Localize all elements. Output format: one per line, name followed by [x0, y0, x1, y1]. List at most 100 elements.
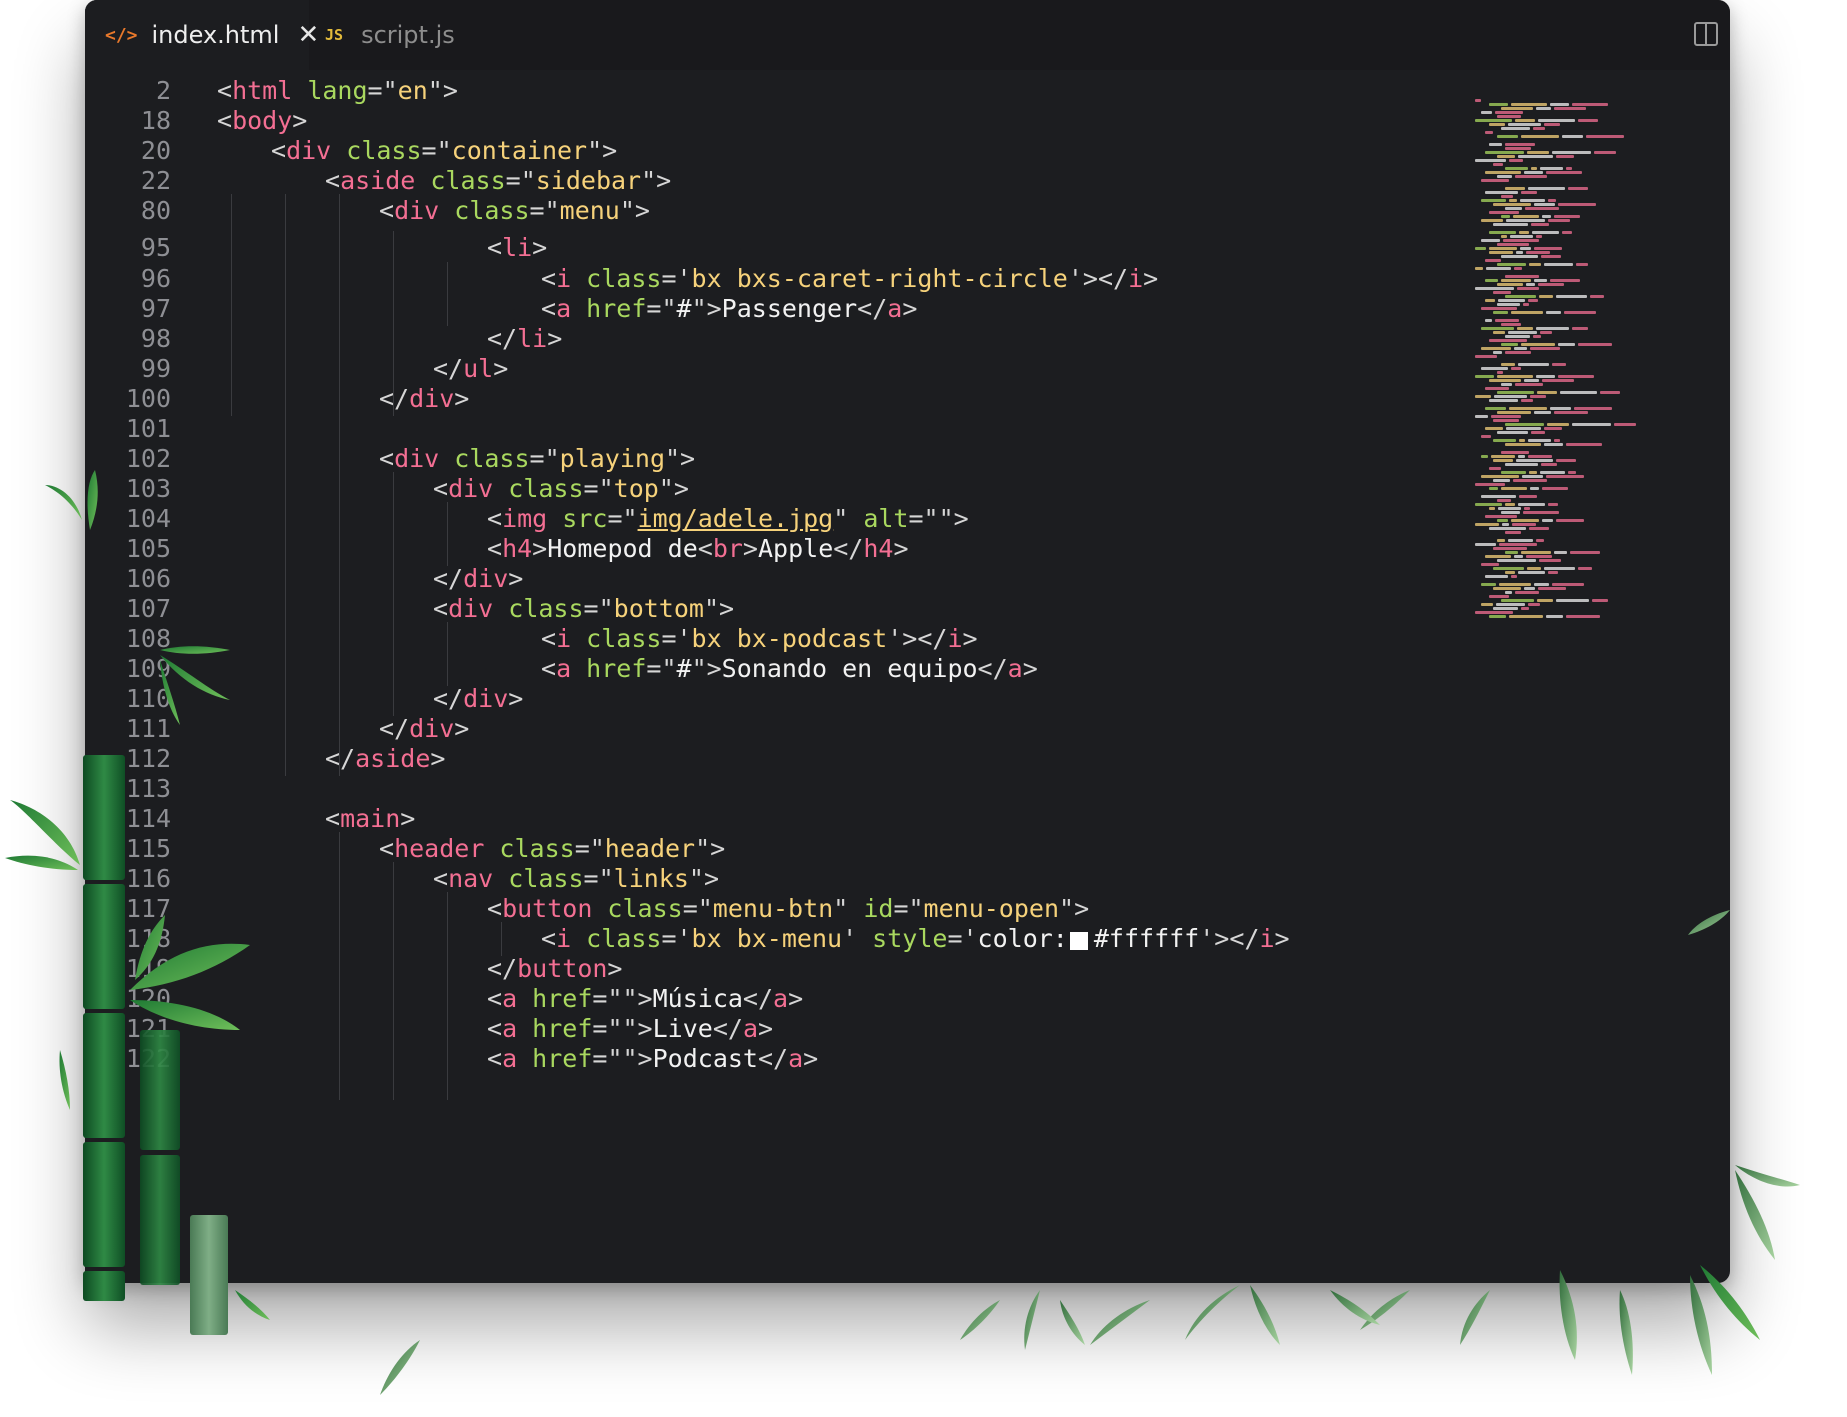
- code-token: >: [493, 354, 509, 383]
- minimap-line: [1528, 603, 1540, 606]
- code-token: aside: [340, 166, 416, 195]
- code-token: <: [487, 984, 503, 1013]
- code-token: =": [583, 474, 614, 503]
- minimap-line: [1481, 239, 1500, 242]
- minimap-line: [1497, 135, 1518, 138]
- indent-guide: [285, 194, 286, 776]
- minimap-line: [1542, 487, 1568, 490]
- code-token: div: [463, 564, 509, 593]
- minimap-line: [1594, 151, 1616, 154]
- minimap-line: [1539, 295, 1553, 298]
- code-token: i: [1128, 264, 1144, 293]
- minimap-line: [1550, 103, 1569, 106]
- line-number: 104: [125, 504, 171, 533]
- code-token: =": [893, 894, 924, 923]
- minimap-line: [1574, 407, 1612, 410]
- minimap-line: [1531, 223, 1549, 226]
- code-token: ">: [658, 474, 689, 503]
- code-token: Apple: [757, 534, 834, 563]
- line-number: 96: [140, 264, 171, 293]
- code-token: class: [571, 924, 662, 953]
- minimap-line: [1524, 171, 1543, 174]
- minimap-line: [1527, 151, 1549, 154]
- minimap-line: [1534, 247, 1562, 250]
- code-token: bx bxs-caret-right-circle: [691, 264, 1068, 293]
- minimap[interactable]: [1475, 95, 1715, 795]
- line-number: 113: [125, 774, 171, 803]
- code-token: bx bx-menu: [691, 924, 843, 953]
- minimap-line: [1548, 503, 1558, 506]
- code-token: =": [421, 136, 452, 165]
- minimap-line: [1497, 431, 1528, 434]
- minimap-line: [1576, 263, 1588, 266]
- line-number: 95: [140, 233, 171, 262]
- code-token: >: [400, 804, 416, 833]
- minimap-line: [1519, 231, 1529, 234]
- minimap-line: [1530, 347, 1560, 350]
- minimap-line: [1505, 351, 1531, 354]
- code-token: ">: [619, 196, 650, 225]
- code-token: class: [493, 474, 584, 503]
- code-area[interactable]: 2 <html lang="en"> 18 <body> 20 <div class="c…: [85, 70, 1730, 1283]
- minimap-line: [1510, 235, 1533, 238]
- minimap-line: [1522, 475, 1543, 478]
- code-token: a: [502, 1014, 518, 1043]
- minimap-line: [1489, 487, 1498, 490]
- minimap-line: [1486, 267, 1511, 270]
- line-number: 122: [125, 1044, 171, 1073]
- tab-index-html[interactable]: </> index.html ✕: [85, 0, 319, 70]
- code-token: =': [661, 624, 692, 653]
- code-text: <main>: [325, 802, 415, 836]
- code-text: <nav class="links">: [433, 862, 719, 896]
- code-token: a: [502, 984, 518, 1013]
- code-token: </: [325, 744, 356, 773]
- minimap-line: [1528, 299, 1538, 302]
- code-token: src: [547, 504, 608, 533]
- minimap-line: [1540, 167, 1563, 170]
- minimap-line: [1556, 519, 1584, 522]
- code-text: <div class="container">: [271, 134, 617, 168]
- minimap-line: [1501, 215, 1510, 218]
- code-token: ">: [695, 834, 726, 863]
- line-number: 110: [125, 684, 171, 713]
- code-token: <: [433, 474, 449, 503]
- split-editor-icon[interactable]: [1694, 22, 1718, 46]
- tab-script-js[interactable]: JS script.js: [325, 0, 455, 70]
- code-token: div: [394, 444, 440, 473]
- code-token: li: [502, 233, 533, 262]
- code-token: >: [902, 294, 918, 323]
- minimap-line: [1501, 471, 1526, 474]
- code-token: Live: [652, 1014, 713, 1043]
- minimap-line: [1548, 571, 1558, 574]
- minimap-line: [1534, 583, 1549, 586]
- minimap-line: [1515, 591, 1539, 594]
- code-token: div: [409, 384, 455, 413]
- minimap-line: [1533, 127, 1545, 130]
- code-token: button: [517, 954, 608, 983]
- minimap-line: [1513, 215, 1539, 218]
- code-token: >: [803, 1044, 819, 1073]
- code-text: <div class="playing">: [379, 442, 695, 476]
- minimap-line: [1566, 167, 1572, 170]
- minimap-line: [1586, 135, 1624, 138]
- code-token: >: [532, 534, 548, 563]
- minimap-line: [1497, 375, 1533, 378]
- code-token: links: [613, 864, 689, 893]
- minimap-line: [1614, 423, 1636, 426]
- minimap-line: [1493, 163, 1503, 166]
- close-icon[interactable]: ✕: [297, 20, 319, 50]
- code-token: div: [409, 714, 455, 743]
- code-token: img: [502, 504, 548, 533]
- minimap-line: [1505, 531, 1521, 534]
- code-token: ">: [1059, 894, 1090, 923]
- minimap-line: [1501, 487, 1527, 490]
- minimap-line: [1497, 559, 1536, 562]
- minimap-line: [1497, 519, 1508, 522]
- line-number: 100: [125, 384, 171, 413]
- code-token: a: [773, 984, 789, 1013]
- minimap-line: [1537, 391, 1557, 394]
- code-token: >: [962, 624, 978, 653]
- minimap-line: [1489, 123, 1505, 126]
- code-token: >: [292, 106, 308, 135]
- code-token: ': [842, 924, 858, 953]
